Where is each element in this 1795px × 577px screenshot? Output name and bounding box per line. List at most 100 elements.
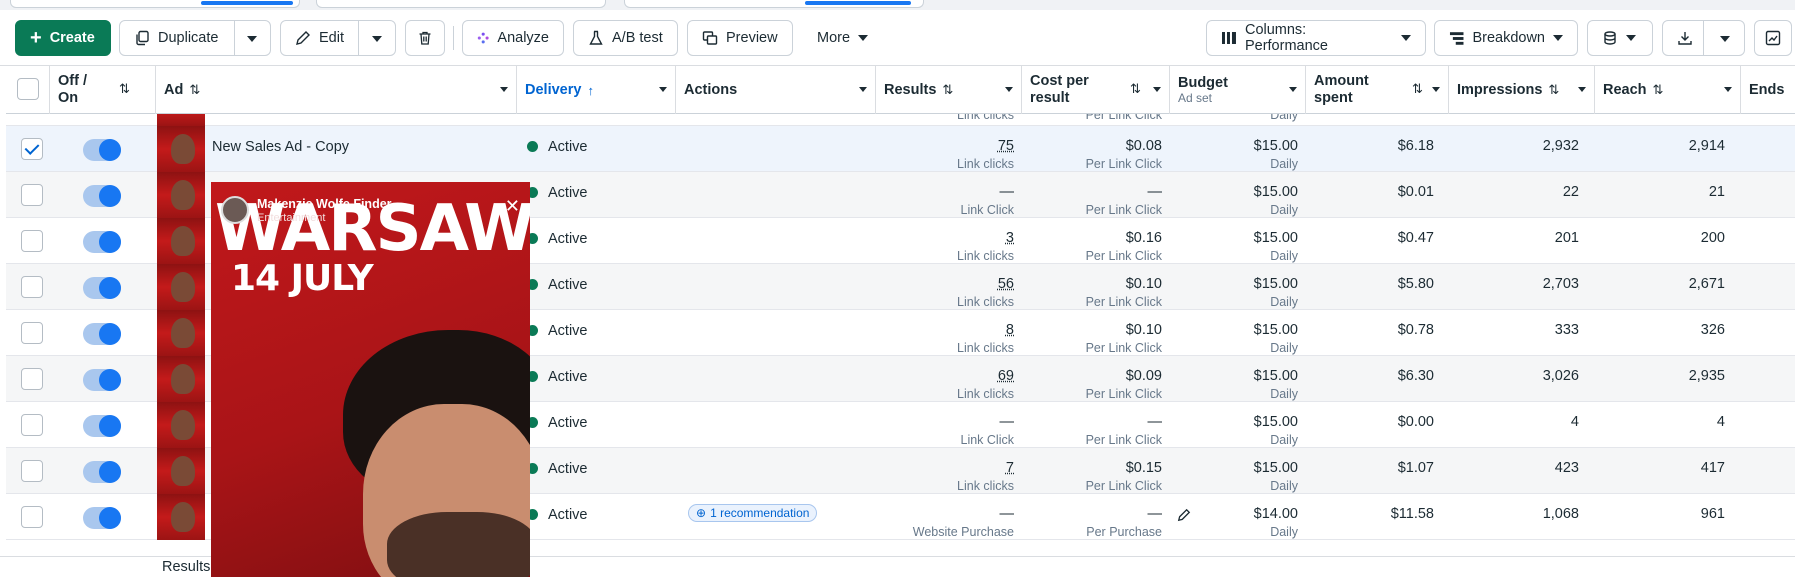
ad-thumbnail[interactable] xyxy=(157,264,205,310)
edit-dropdown-icon[interactable] xyxy=(372,36,382,42)
more-button[interactable]: More xyxy=(802,20,888,56)
header-delivery[interactable]: Delivery ↑ xyxy=(517,66,676,114)
ad-on-off-toggle[interactable] xyxy=(83,277,121,299)
sort-icon[interactable]: ⇅ xyxy=(1412,80,1423,97)
view-charts-button[interactable] xyxy=(1754,20,1792,56)
preview-button[interactable]: Preview xyxy=(687,20,793,56)
column-menu-icon[interactable] xyxy=(1153,87,1161,92)
delivery-status: Active xyxy=(527,460,667,478)
ad-on-off-toggle[interactable] xyxy=(83,323,121,345)
tab-ads[interactable] xyxy=(624,0,924,8)
ad-on-off-toggle[interactable] xyxy=(83,139,121,161)
breakdown-icon xyxy=(1449,32,1464,45)
header-reach[interactable]: Reach ⇅ xyxy=(1595,66,1741,114)
breakdown-button[interactable]: Breakdown xyxy=(1434,20,1578,56)
ad-on-off-toggle[interactable] xyxy=(83,369,121,391)
ad-on-off-toggle[interactable] xyxy=(83,507,121,529)
create-button[interactable]: + Create xyxy=(15,20,111,56)
sort-icon[interactable]: ⇅ xyxy=(1653,82,1664,98)
budget-cell[interactable]: $15.00 Daily xyxy=(1170,229,1298,265)
sort-icon[interactable]: ⇅ xyxy=(1130,80,1141,97)
header-results[interactable]: Results ⇅ xyxy=(876,66,1022,114)
row-checkbox[interactable] xyxy=(21,506,43,528)
delete-button[interactable] xyxy=(405,20,445,56)
sort-icon[interactable]: ⇅ xyxy=(942,82,953,98)
sort-ascending-icon[interactable]: ↑ xyxy=(587,83,594,98)
results-cell: — Link Click xyxy=(960,184,1015,217)
budget-cell[interactable]: $15.00 Daily xyxy=(1170,459,1298,495)
row-checkbox[interactable] xyxy=(21,184,43,206)
column-menu-icon[interactable] xyxy=(1005,87,1013,92)
budget-cell[interactable]: $15.00 Daily xyxy=(1170,137,1298,173)
header-cost-per-result[interactable]: Cost per result ⇅ xyxy=(1022,66,1170,114)
cost-per-result-cell: $0.10 Per Link Click xyxy=(1085,322,1162,355)
tab-ad-sets[interactable] xyxy=(316,0,606,8)
ad-thumbnail[interactable] xyxy=(157,218,205,264)
sort-icon[interactable]: ⇅ xyxy=(119,80,130,97)
row-checkbox[interactable] xyxy=(21,460,43,482)
row-checkbox[interactable] xyxy=(21,138,43,160)
export-dropdown-icon[interactable] xyxy=(1720,36,1730,42)
budget-cell[interactable]: $15.00 Daily xyxy=(1170,413,1298,449)
row-checkbox[interactable] xyxy=(21,322,43,344)
header-amount-spent[interactable]: Amount spent ⇅ xyxy=(1306,66,1449,114)
portrait-beard xyxy=(387,512,530,577)
reports-button[interactable] xyxy=(1587,20,1653,56)
column-menu-icon[interactable] xyxy=(1432,87,1440,92)
ad-thumbnail[interactable] xyxy=(157,494,205,540)
tab-campaigns[interactable] xyxy=(10,0,300,8)
ad-on-off-toggle[interactable] xyxy=(83,461,121,483)
tab-strip xyxy=(0,0,1795,10)
header-ends[interactable]: Ends xyxy=(1741,66,1795,114)
impressions-cell: 4 xyxy=(1570,414,1579,430)
budget-cell[interactable]: $14.00 Daily xyxy=(1170,505,1298,541)
reach-cell: 326 xyxy=(1700,322,1725,338)
budget-cell[interactable]: $15.00 Daily xyxy=(1170,367,1298,403)
ad-on-off-toggle[interactable] xyxy=(83,185,121,207)
column-menu-icon[interactable] xyxy=(659,87,667,92)
ad-name[interactable]: New Sales Ad - Copy xyxy=(212,138,502,156)
budget-cell[interactable]: $15.00 Daily xyxy=(1170,183,1298,219)
budget-cell[interactable]: $15.00 Daily xyxy=(1170,275,1298,311)
column-menu-icon[interactable] xyxy=(1724,87,1732,92)
close-icon[interactable]: ✕ xyxy=(505,196,520,217)
column-menu-icon[interactable] xyxy=(500,87,508,92)
header-ad[interactable]: Ad ⇅ xyxy=(156,66,517,114)
ad-thumbnail[interactable] xyxy=(157,126,205,172)
export-button[interactable] xyxy=(1662,20,1745,56)
row-checkbox[interactable] xyxy=(21,230,43,252)
ad-thumbnail[interactable] xyxy=(157,448,205,494)
column-menu-icon[interactable] xyxy=(1289,87,1297,92)
ad-thumbnail[interactable] xyxy=(157,356,205,402)
recommendation-badge[interactable]: ⊕ 1 recommendation xyxy=(688,504,818,522)
header-budget[interactable]: Budget Ad set xyxy=(1170,66,1306,114)
table-row[interactable]: New Sales Ad - Copy Active 75 Link clicks $0… xyxy=(6,126,1795,172)
column-menu-icon[interactable] xyxy=(1578,87,1586,92)
edit-button[interactable]: Edit xyxy=(280,20,396,56)
header-off-on[interactable]: Off / On ⇅ xyxy=(50,66,156,114)
analyze-button[interactable]: Analyze xyxy=(462,20,564,56)
impressions-cell: 1,068 xyxy=(1542,506,1579,522)
ad-on-off-toggle[interactable] xyxy=(83,415,121,437)
header-actions[interactable]: Actions xyxy=(676,66,876,114)
sort-icon[interactable]: ⇅ xyxy=(189,82,200,98)
ab-test-button[interactable]: A/B test xyxy=(573,20,678,56)
row-checkbox[interactable] xyxy=(21,414,43,436)
sort-icon[interactable]: ⇅ xyxy=(1548,82,1559,98)
columns-button[interactable]: Columns: Performance xyxy=(1206,20,1426,56)
ad-on-off-toggle[interactable] xyxy=(83,231,121,253)
select-all-checkbox[interactable] xyxy=(17,78,39,100)
results-cell: — Website Purchase xyxy=(912,506,1014,539)
ad-thumbnail[interactable] xyxy=(157,310,205,356)
row-checkbox[interactable] xyxy=(21,368,43,390)
preview-date: 14 JULY xyxy=(231,258,374,299)
row-checkbox[interactable] xyxy=(21,276,43,298)
ad-thumbnail[interactable] xyxy=(157,172,205,218)
header-impressions[interactable]: Impressions ⇅ xyxy=(1449,66,1595,114)
ad-thumbnail[interactable] xyxy=(157,402,205,448)
duplicate-button[interactable]: Duplicate xyxy=(119,20,271,56)
amount-spent-cell: $0.47 xyxy=(1397,230,1434,246)
duplicate-dropdown-icon[interactable] xyxy=(247,36,257,42)
budget-cell[interactable]: $15.00 Daily xyxy=(1170,321,1298,357)
column-menu-icon[interactable] xyxy=(859,87,867,92)
